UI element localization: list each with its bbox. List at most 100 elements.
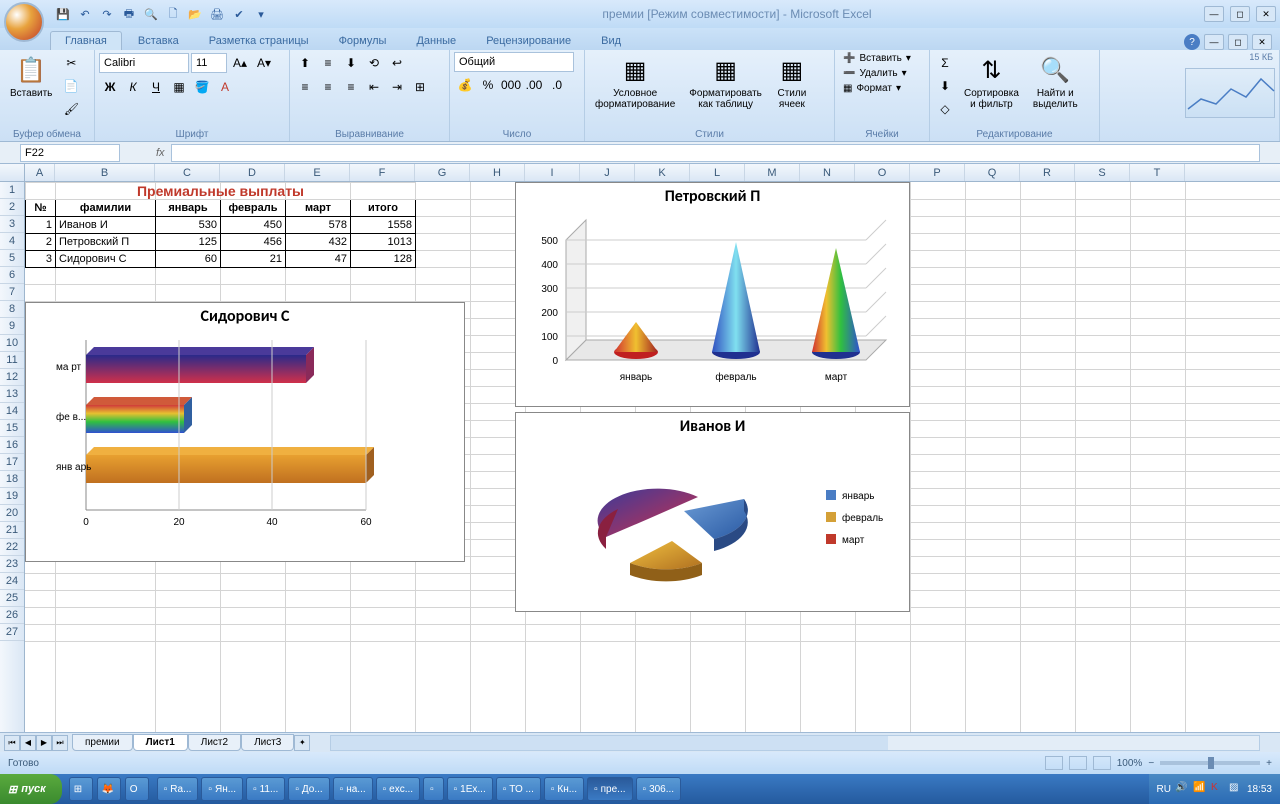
column-header[interactable]: O xyxy=(855,164,910,181)
column-header[interactable]: N xyxy=(800,164,855,181)
font-name-combo[interactable]: Calibri xyxy=(99,53,189,73)
save-icon[interactable]: 💾 xyxy=(54,5,72,23)
row-header[interactable]: 8 xyxy=(0,301,24,318)
fill-color-icon[interactable]: 🪣 xyxy=(191,76,213,98)
column-header[interactable]: J xyxy=(580,164,635,181)
fx-icon[interactable]: fx xyxy=(156,147,165,159)
align-middle-icon[interactable]: ≡ xyxy=(317,52,339,74)
align-top-icon[interactable]: ⬆ xyxy=(294,52,316,74)
row-header[interactable]: 15 xyxy=(0,420,24,437)
column-header[interactable]: S xyxy=(1075,164,1130,181)
column-header[interactable]: C xyxy=(155,164,220,181)
tab-view[interactable]: Вид xyxy=(587,32,635,50)
doc-restore-button[interactable]: ◻ xyxy=(1228,34,1248,50)
taskbar-item[interactable]: ▫Ra... xyxy=(157,777,199,801)
column-header[interactable]: G xyxy=(415,164,470,181)
row-header[interactable]: 27 xyxy=(0,624,24,641)
conditional-format-button[interactable]: ▦ Условное форматирование xyxy=(589,52,681,112)
percent-icon[interactable]: % xyxy=(477,74,499,96)
tray-icon[interactable]: K xyxy=(1211,782,1225,796)
row-header[interactable]: 23 xyxy=(0,556,24,573)
print-icon[interactable]: 🖶 xyxy=(120,5,138,23)
align-bottom-icon[interactable]: ⬇ xyxy=(340,52,362,74)
sheet-tab[interactable]: Лист1 xyxy=(133,734,188,751)
underline-button[interactable]: Ч xyxy=(145,76,167,98)
taskbar-item[interactable]: ▫ xyxy=(423,777,444,801)
qat-dropdown-icon[interactable]: ▾ xyxy=(252,5,270,23)
row-header[interactable]: 16 xyxy=(0,437,24,454)
quicklaunch-icon[interactable]: O xyxy=(125,777,149,801)
delete-cells-button[interactable]: ➖Удалить ▾ xyxy=(839,67,911,80)
help-icon[interactable]: ? xyxy=(1184,34,1200,50)
row-header[interactable]: 4 xyxy=(0,233,24,250)
row-header[interactable]: 2 xyxy=(0,199,24,216)
spreadsheet-grid[interactable]: ABCDEFGHIJKLMNOPQRST 1234567891011121314… xyxy=(0,164,1280,732)
column-header[interactable]: Q xyxy=(965,164,1020,181)
row-header[interactable]: 3 xyxy=(0,216,24,233)
row-header[interactable]: 5 xyxy=(0,250,24,267)
zoom-in-button[interactable]: + xyxy=(1266,758,1272,769)
align-right-icon[interactable]: ≡ xyxy=(340,76,362,98)
row-header[interactable]: 10 xyxy=(0,335,24,352)
view-normal-icon[interactable] xyxy=(1045,756,1063,770)
column-header[interactable]: B xyxy=(55,164,155,181)
taskbar-item[interactable]: ▫Кн... xyxy=(544,777,584,801)
row-header[interactable]: 6 xyxy=(0,267,24,284)
column-header[interactable]: A xyxy=(25,164,55,181)
minimize-button[interactable]: — xyxy=(1204,6,1224,22)
format-cells-button[interactable]: ▦Формат ▾ xyxy=(839,82,905,95)
open-icon[interactable]: 📂 xyxy=(186,5,204,23)
taskbar-item[interactable]: ▫ТО ... xyxy=(496,777,541,801)
close-button[interactable]: ✕ xyxy=(1256,6,1276,22)
column-header[interactable]: H xyxy=(470,164,525,181)
tray-icon[interactable]: ▨ xyxy=(1229,782,1243,796)
sort-filter-button[interactable]: ⇅ Сортировка и фильтр xyxy=(958,52,1025,112)
quicklaunch-icon[interactable]: ⊞ xyxy=(69,777,93,801)
clock[interactable]: 18:53 xyxy=(1247,784,1272,795)
row-header[interactable]: 22 xyxy=(0,539,24,556)
view-pagebreak-icon[interactable] xyxy=(1093,756,1111,770)
doc-close-button[interactable]: ✕ xyxy=(1252,34,1272,50)
number-format-combo[interactable]: Общий xyxy=(454,52,574,72)
italic-button[interactable]: К xyxy=(122,76,144,98)
tab-review[interactable]: Рецензирование xyxy=(472,32,585,50)
column-header[interactable]: I xyxy=(525,164,580,181)
tab-home[interactable]: Главная xyxy=(50,31,122,50)
quicklaunch-icon[interactable]: 🦊 xyxy=(97,777,121,801)
border-icon[interactable]: ▦ xyxy=(168,76,190,98)
fill-icon[interactable]: ⬇ xyxy=(934,75,956,97)
chart-sidorovich[interactable]: Сидорович С xyxy=(25,302,465,562)
sheet-nav-next[interactable]: ▶ xyxy=(36,735,52,751)
redo-icon[interactable]: ↷ xyxy=(98,5,116,23)
row-header[interactable]: 19 xyxy=(0,488,24,505)
row-header[interactable]: 26 xyxy=(0,607,24,624)
cells-area[interactable]: Премиальные выплаты № фамилии январь фев… xyxy=(25,182,1280,732)
new-icon[interactable]: 🗋 xyxy=(164,5,182,23)
column-header[interactable]: P xyxy=(910,164,965,181)
sheet-tab[interactable]: премии xyxy=(72,734,133,751)
align-left-icon[interactable]: ≡ xyxy=(294,76,316,98)
taskbar-item[interactable]: ▫306... xyxy=(636,777,682,801)
row-header[interactable]: 9 xyxy=(0,318,24,335)
bold-button[interactable]: Ж xyxy=(99,76,121,98)
find-select-button[interactable]: 🔍 Найти и выделить xyxy=(1027,52,1084,112)
cell-styles-button[interactable]: ▦ Стили ячеек xyxy=(770,52,814,112)
column-header[interactable]: E xyxy=(285,164,350,181)
taskbar-item[interactable]: ▫на... xyxy=(333,777,373,801)
preview-icon[interactable]: 🔍 xyxy=(142,5,160,23)
column-header[interactable]: M xyxy=(745,164,800,181)
tray-icon[interactable]: 🔊 xyxy=(1175,782,1189,796)
comma-icon[interactable]: 000 xyxy=(500,74,522,96)
chart-petrovsky[interactable]: Петровский П xyxy=(515,182,910,407)
row-header[interactable]: 7 xyxy=(0,284,24,301)
maximize-button[interactable]: ◻ xyxy=(1230,6,1250,22)
doc-minimize-button[interactable]: — xyxy=(1204,34,1224,50)
lang-indicator[interactable]: RU xyxy=(1157,784,1171,795)
quick-print-icon[interactable]: 🖨 xyxy=(208,5,226,23)
formula-input[interactable] xyxy=(171,144,1260,162)
wrap-text-icon[interactable]: ↩ xyxy=(386,52,408,74)
tab-insert[interactable]: Вставка xyxy=(124,32,193,50)
increase-decimal-icon[interactable]: .00 xyxy=(523,74,545,96)
row-header[interactable]: 18 xyxy=(0,471,24,488)
copy-icon[interactable]: 📄 xyxy=(60,75,82,97)
